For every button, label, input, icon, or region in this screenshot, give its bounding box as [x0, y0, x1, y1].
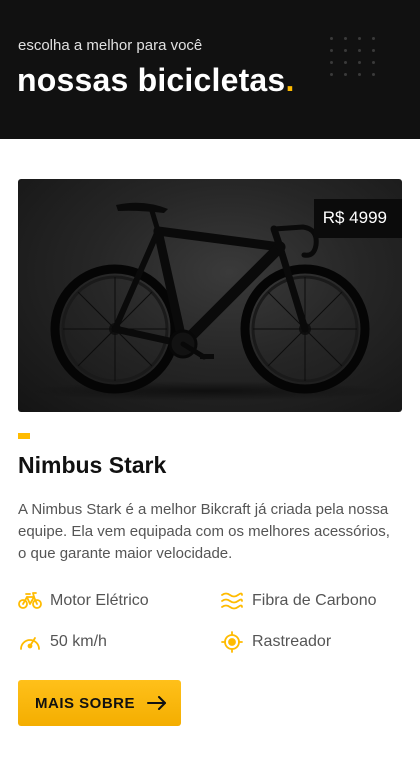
price-badge: R$ 4999: [313, 199, 402, 238]
feature-label: 50 km/h: [50, 632, 107, 650]
page-title-text: nossas bicicletas: [17, 62, 286, 98]
feature-label: Rastreador: [252, 632, 332, 650]
header-subtitle: escolha a melhor para você: [18, 37, 203, 54]
more-info-button[interactable]: MAIS SOBRE: [18, 680, 181, 726]
carbon-waves-icon: [221, 592, 243, 609]
product-description: A Nimbus Stark é a melhor Bikcraft já cr…: [18, 501, 390, 562]
product-name: Nimbus Stark: [18, 452, 167, 478]
arrow-right-icon: [147, 696, 167, 710]
product-card: R$ 4999 Nimbus Stark A Nimbus Stark é a …: [0, 179, 420, 726]
feature-item-speed: 50 km/h: [18, 630, 220, 653]
button-label: MAIS SOBRE: [35, 694, 136, 712]
feature-label: Fibra de Carbono: [252, 591, 377, 609]
feature-label: Motor Elétrico: [50, 591, 149, 609]
page-title: nossas bicicletas.: [17, 62, 295, 99]
title-accent-dot: .: [285, 62, 295, 98]
speedometer-icon: [20, 636, 40, 650]
decorative-dots-pattern: [330, 37, 376, 76]
tracker-target-icon: [221, 630, 243, 653]
electric-bike-icon: [18, 591, 42, 609]
feature-item-motor: Motor Elétrico: [18, 589, 220, 612]
product-image[interactable]: R$ 4999: [18, 179, 402, 412]
feature-item-tracker: Rastreador: [220, 630, 402, 653]
feature-item-carbon: Fibra de Carbono: [220, 589, 402, 612]
feature-list: Motor Elétrico Fibra de Carbono 50 km/h …: [18, 589, 402, 653]
hero-header: escolha a melhor para você nossas bicicl…: [0, 0, 420, 139]
accent-bar: [18, 433, 30, 439]
